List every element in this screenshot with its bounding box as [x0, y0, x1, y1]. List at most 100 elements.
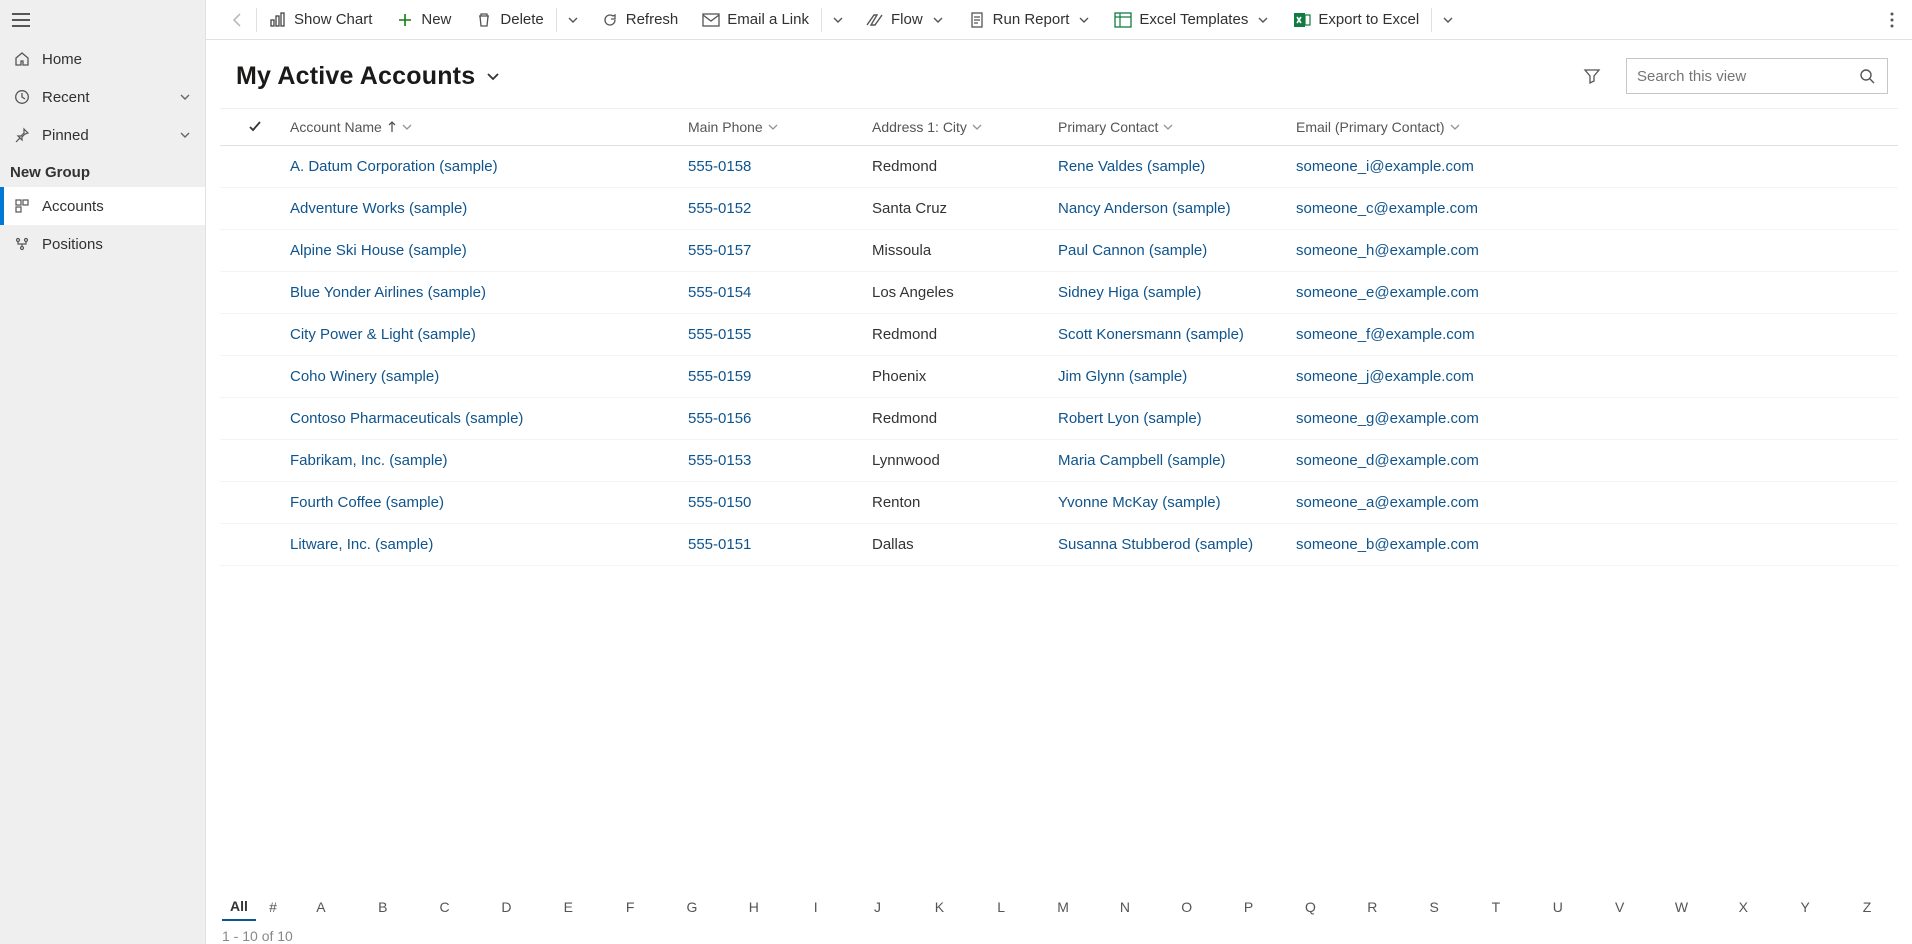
column-header-city[interactable]: Address 1: City: [872, 119, 1058, 135]
alpha-filter-a[interactable]: A: [290, 894, 352, 920]
email-link[interactable]: someone_j@example.com: [1296, 368, 1898, 385]
delete-button[interactable]: Delete: [463, 0, 555, 39]
phone-link[interactable]: 555-0151: [688, 536, 872, 553]
phone-link[interactable]: 555-0155: [688, 326, 872, 343]
email-link[interactable]: someone_e@example.com: [1296, 284, 1898, 301]
flow-button[interactable]: Flow: [854, 0, 956, 39]
contact-link[interactable]: Paul Cannon (sample): [1058, 242, 1296, 259]
alpha-filter-x[interactable]: X: [1712, 894, 1774, 920]
account-name-link[interactable]: Coho Winery (sample): [290, 368, 688, 385]
alpha-filter-l[interactable]: L: [970, 894, 1032, 920]
contact-link[interactable]: Nancy Anderson (sample): [1058, 200, 1296, 217]
phone-link[interactable]: 555-0157: [688, 242, 872, 259]
alpha-filter-r[interactable]: R: [1341, 894, 1403, 920]
sidebar-item-recent[interactable]: Recent: [0, 78, 205, 116]
contact-link[interactable]: Robert Lyon (sample): [1058, 410, 1296, 427]
alpha-filter-i[interactable]: I: [785, 894, 847, 920]
export-excel-button[interactable]: Export to Excel: [1281, 0, 1431, 39]
phone-link[interactable]: 555-0159: [688, 368, 872, 385]
alpha-filter-e[interactable]: E: [537, 894, 599, 920]
contact-link[interactable]: Rene Valdes (sample): [1058, 158, 1296, 175]
phone-link[interactable]: 555-0154: [688, 284, 872, 301]
email-link-button[interactable]: Email a Link: [690, 0, 821, 39]
table-row[interactable]: Blue Yonder Airlines (sample)555-0154Los…: [220, 272, 1898, 314]
column-header-email[interactable]: Email (Primary Contact): [1296, 119, 1898, 135]
alpha-filter-v[interactable]: V: [1589, 894, 1651, 920]
account-name-link[interactable]: Litware, Inc. (sample): [290, 536, 688, 553]
table-row[interactable]: Fourth Coffee (sample)555-0150RentonYvon…: [220, 482, 1898, 524]
filter-button[interactable]: [1574, 58, 1610, 94]
run-report-button[interactable]: Run Report: [956, 0, 1103, 39]
email-link[interactable]: someone_g@example.com: [1296, 410, 1898, 427]
delete-dropdown[interactable]: [557, 0, 589, 39]
hamburger-button[interactable]: [12, 13, 30, 27]
phone-link[interactable]: 555-0152: [688, 200, 872, 217]
contact-link[interactable]: Sidney Higa (sample): [1058, 284, 1296, 301]
phone-link[interactable]: 555-0158: [688, 158, 872, 175]
sidebar-item-pinned[interactable]: Pinned: [0, 116, 205, 154]
refresh-button[interactable]: Refresh: [589, 0, 691, 39]
table-row[interactable]: City Power & Light (sample)555-0155Redmo…: [220, 314, 1898, 356]
show-chart-button[interactable]: Show Chart: [257, 0, 384, 39]
sidebar-item-positions[interactable]: Positions: [0, 225, 205, 263]
alpha-filter-f[interactable]: F: [599, 894, 661, 920]
view-selector-dropdown[interactable]: [481, 64, 505, 88]
alpha-filter-w[interactable]: W: [1651, 894, 1713, 920]
table-row[interactable]: Contoso Pharmaceuticals (sample)555-0156…: [220, 398, 1898, 440]
email-link[interactable]: someone_i@example.com: [1296, 158, 1898, 175]
overflow-menu[interactable]: [1880, 0, 1904, 39]
alpha-filter-s[interactable]: S: [1403, 894, 1465, 920]
account-name-link[interactable]: Contoso Pharmaceuticals (sample): [290, 410, 688, 427]
alpha-filter-q[interactable]: Q: [1280, 894, 1342, 920]
alpha-filter-#[interactable]: #: [256, 894, 290, 920]
account-name-link[interactable]: Adventure Works (sample): [290, 200, 688, 217]
alpha-filter-o[interactable]: O: [1156, 894, 1218, 920]
alpha-filter-d[interactable]: D: [476, 894, 538, 920]
search-input[interactable]: [1637, 68, 1853, 85]
account-name-link[interactable]: Alpine Ski House (sample): [290, 242, 688, 259]
alpha-filter-b[interactable]: B: [352, 894, 414, 920]
table-row[interactable]: Alpine Ski House (sample)555-0157Missoul…: [220, 230, 1898, 272]
table-row[interactable]: A. Datum Corporation (sample)555-0158Red…: [220, 146, 1898, 188]
alpha-filter-y[interactable]: Y: [1774, 894, 1836, 920]
phone-link[interactable]: 555-0153: [688, 452, 872, 469]
alpha-filter-all[interactable]: All: [222, 893, 256, 921]
email-link[interactable]: someone_a@example.com: [1296, 494, 1898, 511]
account-name-link[interactable]: Fourth Coffee (sample): [290, 494, 688, 511]
alpha-filter-u[interactable]: U: [1527, 894, 1589, 920]
alpha-filter-z[interactable]: Z: [1836, 894, 1898, 920]
table-row[interactable]: Coho Winery (sample)555-0159PhoenixJim G…: [220, 356, 1898, 398]
select-all-checkbox[interactable]: [220, 120, 290, 134]
alpha-filter-p[interactable]: P: [1218, 894, 1280, 920]
contact-link[interactable]: Yvonne McKay (sample): [1058, 494, 1296, 511]
contact-link[interactable]: Scott Konersmann (sample): [1058, 326, 1296, 343]
contact-link[interactable]: Maria Campbell (sample): [1058, 452, 1296, 469]
email-link[interactable]: someone_d@example.com: [1296, 452, 1898, 469]
email-link[interactable]: someone_f@example.com: [1296, 326, 1898, 343]
alpha-filter-t[interactable]: T: [1465, 894, 1527, 920]
column-header-account-name[interactable]: Account Name: [290, 119, 688, 135]
alpha-filter-m[interactable]: M: [1032, 894, 1094, 920]
excel-templates-button[interactable]: Excel Templates: [1102, 0, 1281, 39]
column-header-main-phone[interactable]: Main Phone: [688, 119, 872, 135]
back-button[interactable]: [220, 0, 256, 39]
alpha-filter-k[interactable]: K: [908, 894, 970, 920]
account-name-link[interactable]: A. Datum Corporation (sample): [290, 158, 688, 175]
alpha-filter-c[interactable]: C: [414, 894, 476, 920]
account-name-link[interactable]: City Power & Light (sample): [290, 326, 688, 343]
new-button[interactable]: New: [384, 0, 463, 39]
export-excel-dropdown[interactable]: [1432, 0, 1464, 39]
account-name-link[interactable]: Fabrikam, Inc. (sample): [290, 452, 688, 469]
column-header-primary-contact[interactable]: Primary Contact: [1058, 119, 1296, 135]
search-box[interactable]: [1626, 58, 1888, 94]
table-row[interactable]: Litware, Inc. (sample)555-0151DallasSusa…: [220, 524, 1898, 566]
sidebar-item-home[interactable]: Home: [0, 40, 205, 78]
email-link-dropdown[interactable]: [822, 0, 854, 39]
search-icon[interactable]: [1853, 68, 1881, 84]
email-link[interactable]: someone_c@example.com: [1296, 200, 1898, 217]
alpha-filter-j[interactable]: J: [847, 894, 909, 920]
account-name-link[interactable]: Blue Yonder Airlines (sample): [290, 284, 688, 301]
sidebar-item-accounts[interactable]: Accounts: [0, 187, 205, 225]
email-link[interactable]: someone_h@example.com: [1296, 242, 1898, 259]
alpha-filter-g[interactable]: G: [661, 894, 723, 920]
